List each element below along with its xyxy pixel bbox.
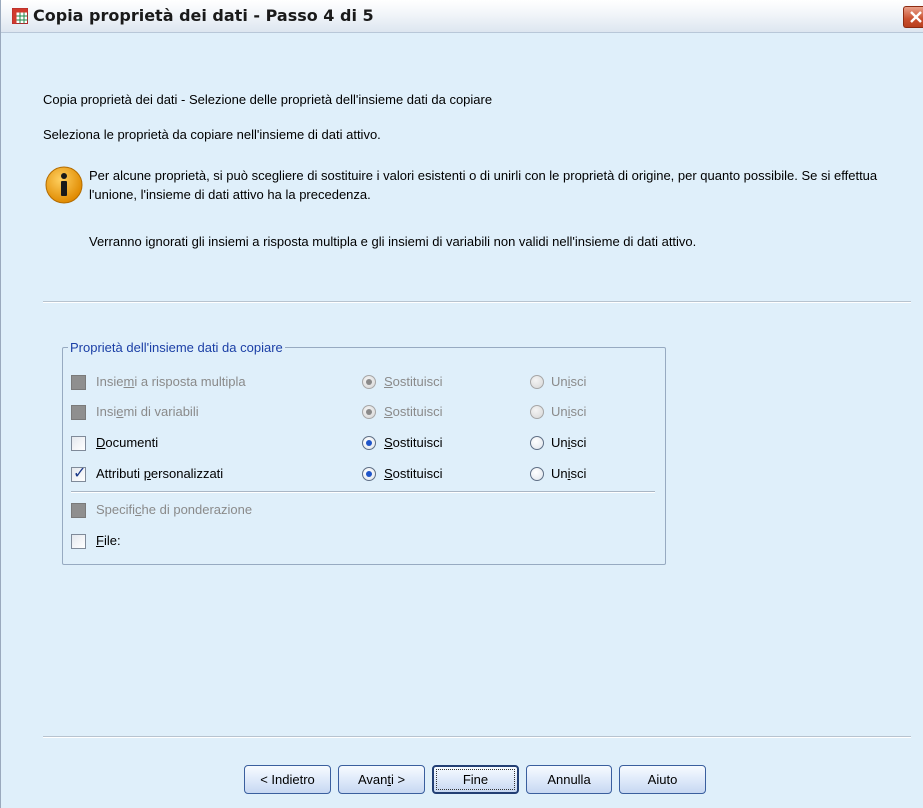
documents-merge-label: Unisci [551, 435, 587, 450]
focus-ring [436, 769, 515, 790]
step-instruction: Seleziona le proprietà da copiare nell'i… [43, 127, 381, 142]
variable-sets-merge-radio[interactable] [530, 405, 544, 419]
multiple-response-sets-replace-radio[interactable] [362, 375, 376, 389]
documents-replace-label: Sostituisci [384, 435, 443, 450]
documents-label: Documenti [96, 435, 159, 450]
cancel-button[interactable]: Annulla [526, 765, 612, 794]
custom-attributes-merge-label: Unisci [551, 466, 587, 481]
window-title: Copia proprietà dei dati - Passo 4 di 5 [33, 6, 374, 25]
documents-merge-radio[interactable] [530, 436, 544, 450]
title-bar[interactable]: Copia proprietà dei dati - Passo 4 di 5 [1, 0, 923, 33]
separator-top [43, 301, 911, 303]
info-icon [45, 166, 83, 204]
file-label: File: [96, 533, 121, 548]
wizard-dialog: Copia proprietà dei dati - Passo 4 di 5 … [0, 0, 923, 808]
back-button[interactable]: < Indietro [244, 765, 331, 794]
documents-checkbox[interactable] [71, 436, 86, 451]
variable-sets-replace-label: Sostituisci [384, 404, 443, 419]
file-checkbox[interactable] [71, 534, 86, 549]
multiple-response-sets-checkbox[interactable] [71, 375, 86, 390]
variable-sets-label: Insiemi di variabili [96, 404, 199, 419]
step-heading: Copia proprietà dei dati - Selezione del… [43, 92, 493, 107]
variable-sets-replace-radio[interactable] [362, 405, 376, 419]
separator-bottom [43, 736, 911, 738]
group-separator [71, 491, 655, 493]
multiple-response-sets-label: Insiemi a risposta multipla [96, 374, 246, 389]
finish-button[interactable]: Fine [432, 765, 519, 794]
checkmark-icon: ✓ [73, 465, 87, 482]
info-text: Per alcune proprietà, si può scegliere d… [89, 168, 878, 202]
custom-attributes-label: Attributi personalizzati [96, 466, 224, 481]
variable-sets-merge-label: Unisci [551, 404, 587, 419]
multiple-response-sets-merge-radio[interactable] [530, 375, 544, 389]
help-button[interactable]: Aiuto [619, 765, 706, 794]
custom-attributes-replace-label: Sostituisci [384, 466, 443, 481]
close-icon [910, 11, 922, 23]
custom-attributes-merge-radio[interactable] [530, 467, 544, 481]
next-button[interactable]: Avanti > [338, 765, 425, 794]
multiple-response-sets-replace-label: Sostituisci [384, 374, 443, 389]
documents-replace-radio[interactable] [362, 436, 376, 450]
note-text: Verranno ignorati gli insiemi a risposta… [89, 234, 697, 249]
group-legend: Proprietà dell'insieme dati da copiare [68, 340, 285, 355]
spreadsheet-icon [12, 8, 28, 24]
weight-specification-checkbox[interactable] [71, 503, 86, 518]
custom-attributes-replace-radio[interactable] [362, 467, 376, 481]
variable-sets-checkbox[interactable] [71, 405, 86, 420]
multiple-response-sets-merge-label: Unisci [551, 374, 587, 389]
custom-attributes-checkbox[interactable]: ✓ [71, 465, 87, 482]
close-button[interactable] [903, 6, 923, 28]
weight-specification-label: Specifiche di ponderazione [96, 502, 253, 517]
